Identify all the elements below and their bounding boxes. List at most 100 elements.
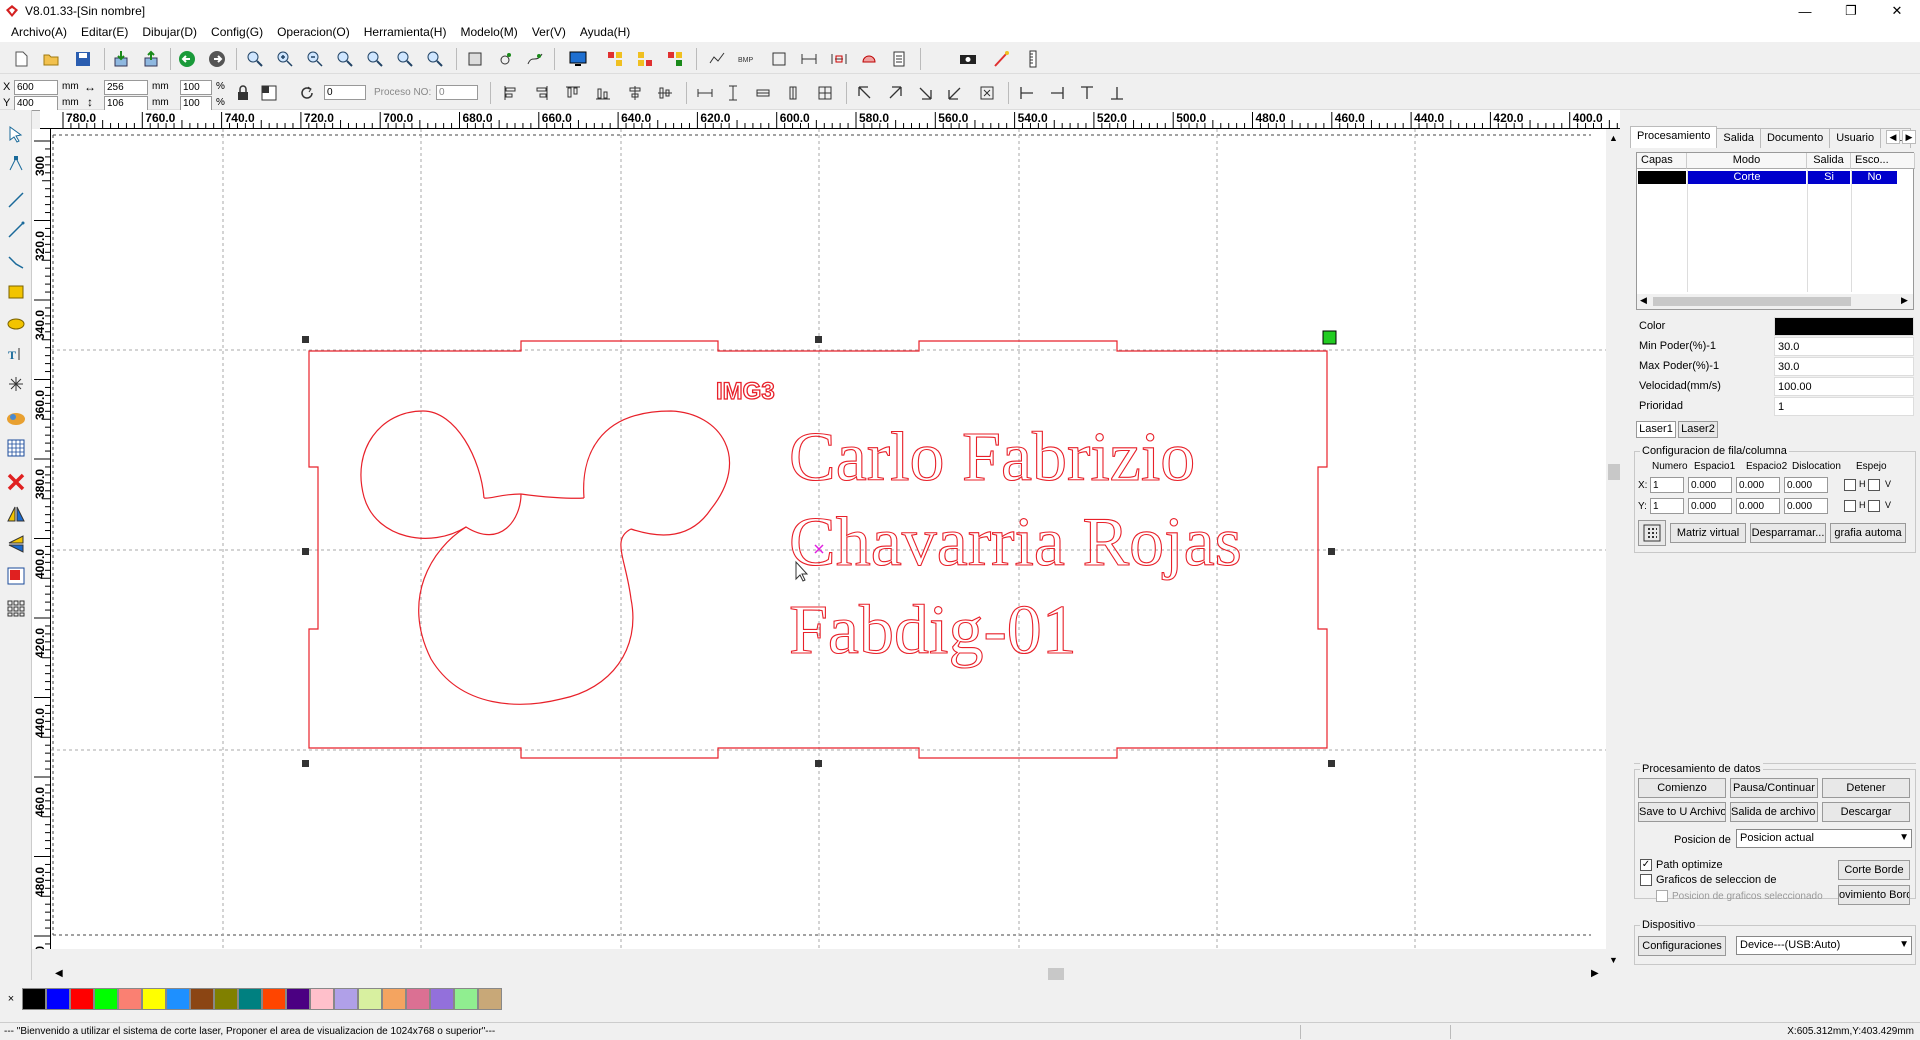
prop-speed-value[interactable]: 100.00 — [1774, 377, 1914, 396]
array-tool-3-button[interactable] — [664, 48, 686, 70]
start-button[interactable]: Comienzo — [1638, 778, 1726, 798]
horizontal-scrollbar[interactable]: ◀ ▶ — [51, 966, 1606, 982]
menu-operacion[interactable]: Operacion(O) — [270, 25, 357, 39]
horizontal-scroll-thumb[interactable] — [1048, 968, 1064, 980]
vertical-scrollbar[interactable]: ▲ ▼ — [1606, 129, 1622, 969]
prop-max-power-value[interactable]: 30.0 — [1774, 357, 1914, 376]
node-button[interactable] — [494, 48, 516, 70]
path-optimize-checkbox[interactable]: ✓ — [1640, 859, 1652, 871]
curve-button[interactable] — [706, 48, 728, 70]
place-bottom-button[interactable] — [1106, 82, 1128, 104]
tab-next-button[interactable]: ▶ — [1902, 130, 1916, 144]
height-input[interactable] — [104, 96, 148, 111]
layer-select-cell[interactable]: No — [1852, 171, 1897, 184]
desparramar-button[interactable]: Desparramar... — [1750, 523, 1826, 543]
align-right-button[interactable] — [530, 82, 552, 104]
place-left-button[interactable] — [1016, 82, 1038, 104]
palette-swatch-18[interactable] — [454, 988, 478, 1010]
palette-swatch-13[interactable] — [334, 988, 358, 1010]
place-top-button[interactable] — [1076, 82, 1098, 104]
line-tool[interactable] — [4, 188, 28, 212]
laser-pointer-button[interactable] — [990, 48, 1012, 70]
palette-swatch-17[interactable] — [430, 988, 454, 1010]
array-grid-tool[interactable] — [4, 596, 28, 620]
device-select[interactable]: Device---(USB:Auto) ▼ — [1736, 936, 1912, 955]
rotate-button[interactable] — [296, 82, 318, 104]
move-bottomright-button[interactable] — [914, 82, 936, 104]
layer-color-swatch[interactable] — [1638, 171, 1686, 184]
text-line-1[interactable]: Carlo Fabrizio — [788, 418, 1195, 496]
minimize-button[interactable]: — — [1782, 0, 1828, 22]
vertical-scroll-thumb[interactable] — [1608, 464, 1620, 480]
rotation-input[interactable] — [324, 85, 366, 100]
array-tool-1-button[interactable] — [604, 48, 626, 70]
rowcol-x-space1[interactable] — [1688, 477, 1732, 493]
undo-button[interactable] — [176, 48, 198, 70]
pause-continue-button[interactable]: Pausa/Continuar — [1730, 778, 1818, 798]
layer-mode-cell[interactable]: Corte — [1688, 171, 1806, 184]
rectangle-tool[interactable] — [4, 280, 28, 304]
move-bottomleft-button[interactable] — [944, 82, 966, 104]
image-tool[interactable] — [4, 406, 28, 430]
text-tool[interactable]: T — [4, 342, 28, 366]
output-tool[interactable] — [4, 564, 28, 588]
import-button[interactable] — [110, 48, 132, 70]
grid-tool[interactable] — [4, 436, 28, 460]
redo-button[interactable] — [206, 48, 228, 70]
device-settings-button[interactable]: Configuraciones — [1638, 936, 1726, 956]
select-tool[interactable] — [4, 122, 28, 146]
mirror-h-tool[interactable] — [4, 502, 28, 526]
tab-documento[interactable]: Documento — [1759, 128, 1831, 148]
palette-swatch-5[interactable] — [142, 988, 166, 1010]
palette-swatch-9[interactable] — [238, 988, 262, 1010]
width-input[interactable] — [104, 80, 148, 95]
rowcol-y-dislocation[interactable] — [1784, 498, 1828, 514]
palette-swatch-12[interactable] — [310, 988, 334, 1010]
palette-swatch-1[interactable] — [46, 988, 70, 1010]
palette-swatch-7[interactable] — [190, 988, 214, 1010]
rowcol-y-mirror-v-checkbox[interactable] — [1868, 500, 1880, 512]
tab-salida[interactable]: Salida — [1716, 128, 1761, 148]
prop-min-power-value[interactable]: 30.0 — [1774, 337, 1914, 356]
tab-laser2[interactable]: Laser2 — [1678, 421, 1718, 438]
zoom-fit-button[interactable] — [394, 48, 416, 70]
cut-tool-button[interactable] — [858, 48, 880, 70]
palette-swatch-3[interactable] — [94, 988, 118, 1010]
camera-button[interactable] — [957, 48, 979, 70]
palette-swatch-19[interactable] — [478, 988, 502, 1010]
lock-ratio-button[interactable] — [232, 82, 254, 104]
move-center-button[interactable] — [976, 82, 998, 104]
new-file-button[interactable] — [10, 48, 32, 70]
tab-prev-button[interactable]: ◀ — [1886, 130, 1900, 144]
corte-borde-button[interactable]: Corte Borde — [1838, 860, 1910, 880]
prop-color-swatch[interactable] — [1774, 317, 1914, 336]
posicion-graficos-checkbox[interactable] — [1656, 890, 1668, 902]
same-size-button[interactable] — [752, 82, 774, 104]
align-center-v-button[interactable] — [654, 82, 676, 104]
move-topleft-button[interactable] — [854, 82, 876, 104]
palette-swatch-11[interactable] — [286, 988, 310, 1010]
proceso-input[interactable] — [436, 85, 478, 100]
palette-swatch-16[interactable] — [406, 988, 430, 1010]
mickey-silhouette[interactable] — [360, 410, 731, 705]
spacing-button[interactable] — [828, 48, 850, 70]
tab-usuario[interactable]: Usuario — [1829, 128, 1882, 148]
rowcol-x-number[interactable] — [1650, 477, 1684, 493]
height-percent-input[interactable] — [180, 96, 212, 111]
zoom-page-button[interactable] — [334, 48, 356, 70]
tab-procesamiento[interactable]: Procesamiento — [1630, 126, 1718, 148]
layer-output-cell[interactable]: Si — [1808, 171, 1850, 184]
path-edit-button[interactable] — [524, 48, 546, 70]
width-percent-input[interactable] — [180, 80, 212, 95]
download-button[interactable]: Descargar — [1822, 802, 1910, 822]
align-bottom-button[interactable] — [592, 82, 614, 104]
layer-table-hscroll[interactable]: ◀ ▶ — [1637, 294, 1913, 309]
rowcol-x-mirror-h-checkbox[interactable] — [1844, 479, 1856, 491]
menu-modelo[interactable]: Modelo(M) — [453, 25, 524, 39]
rowcol-x-space2[interactable] — [1736, 477, 1780, 493]
posicion-select[interactable]: Posicion actual ▼ — [1736, 829, 1912, 848]
palette-swatch-10[interactable] — [262, 988, 286, 1010]
curve-tool[interactable] — [4, 250, 28, 274]
zoom-select-button[interactable] — [364, 48, 386, 70]
movimiento-borde-button[interactable]: ovimiento Bord — [1838, 885, 1910, 905]
